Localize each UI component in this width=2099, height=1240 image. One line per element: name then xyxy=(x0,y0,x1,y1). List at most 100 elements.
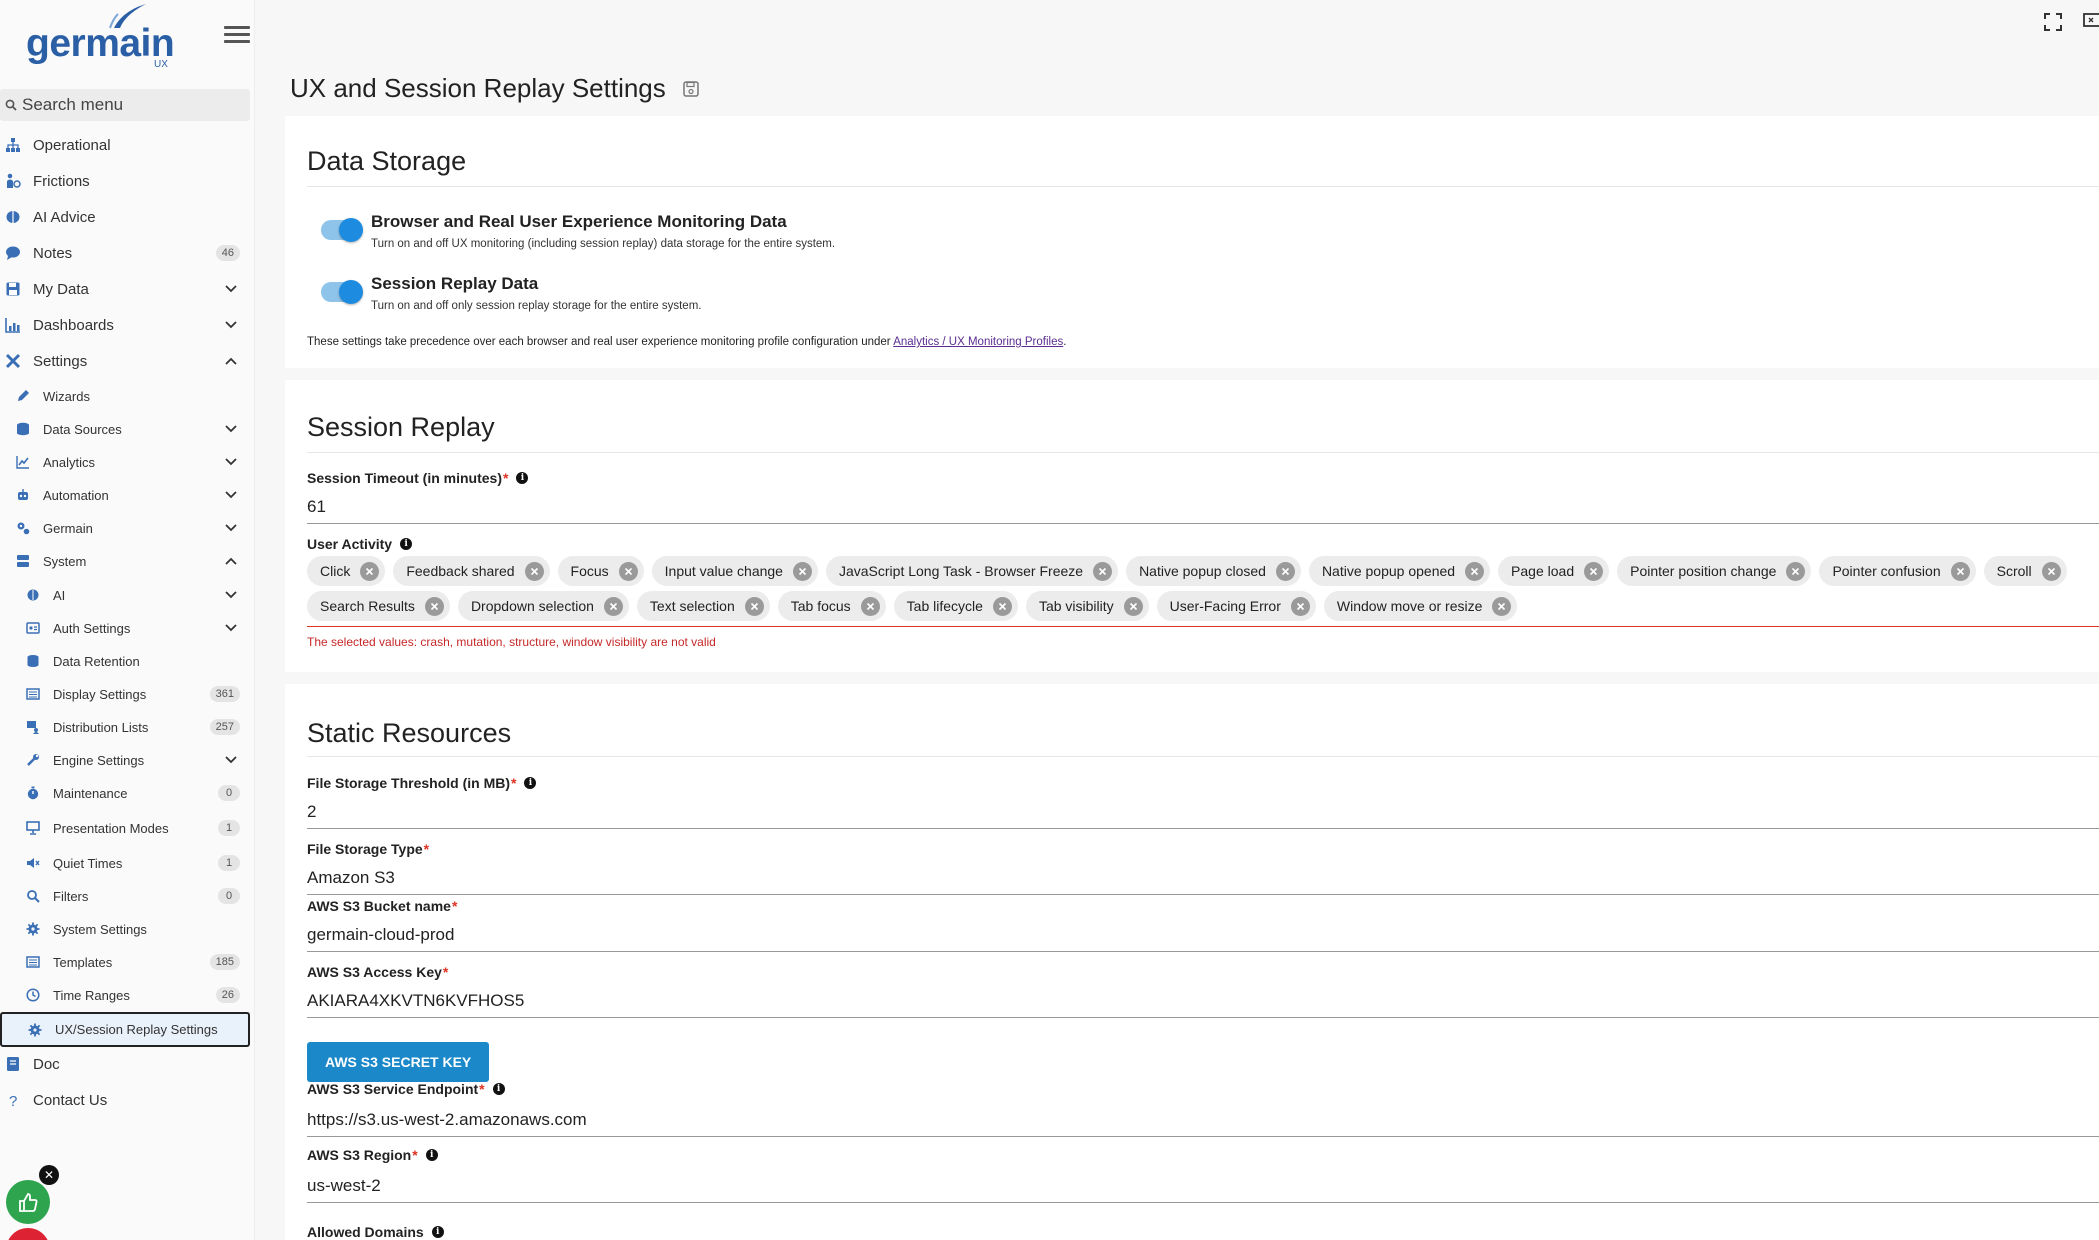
chevron-up-icon[interactable] xyxy=(224,354,238,368)
remove-chip-icon[interactable] xyxy=(1786,561,1806,581)
chevron-down-icon[interactable] xyxy=(224,753,238,767)
activity-chip[interactable]: JavaScript Long Task - Browser Freeze xyxy=(825,556,1119,586)
activity-chip[interactable]: Native popup closed xyxy=(1126,556,1301,586)
remove-chip-icon[interactable] xyxy=(360,561,380,581)
sidebar-item-engine-settings[interactable]: Engine Settings xyxy=(0,749,250,771)
remove-chip-icon[interactable] xyxy=(424,596,444,616)
sidebar-item-data-sources[interactable]: Data Sources xyxy=(0,418,250,440)
info-icon[interactable]: i xyxy=(400,538,413,550)
bucket-name-input[interactable]: germain-cloud-prod xyxy=(307,925,2099,952)
activity-chip[interactable]: Click xyxy=(307,556,386,586)
sidebar-item-quiet-times[interactable]: Quiet Times 1 xyxy=(0,852,250,874)
sidebar-item-analytics[interactable]: Analytics xyxy=(0,451,250,473)
chevron-down-icon[interactable] xyxy=(224,282,238,296)
sidebar-item-settings[interactable]: Settings xyxy=(0,349,250,373)
activity-chip[interactable]: User-Facing Error xyxy=(1156,591,1316,621)
activity-chip[interactable]: Native popup opened xyxy=(1308,556,1491,586)
activity-chip[interactable]: Page load xyxy=(1498,556,1610,586)
sidebar-item-ai[interactable]: AI xyxy=(0,584,250,606)
sidebar-item-data-retention[interactable]: Data Retention xyxy=(0,650,250,672)
save-icon[interactable] xyxy=(682,80,700,98)
chevron-down-icon[interactable] xyxy=(224,621,238,635)
activity-chip[interactable]: Scroll xyxy=(1983,556,2067,586)
aws-s3-secret-key-button[interactable]: AWS S3 SECRET KEY xyxy=(307,1042,490,1082)
service-endpoint-input[interactable]: https://s3.us-west-2.amazonaws.com xyxy=(307,1110,2099,1137)
sidebar-item-germain[interactable]: Germain xyxy=(0,517,250,539)
germain-logo[interactable]: germain UX xyxy=(26,2,176,74)
file-storage-threshold-input[interactable]: 2 xyxy=(307,802,2099,829)
sidebar-item-my-data[interactable]: My Data xyxy=(0,277,250,301)
search-input[interactable] xyxy=(22,95,242,115)
remove-chip-icon[interactable] xyxy=(1290,596,1310,616)
remove-chip-icon[interactable] xyxy=(1275,561,1295,581)
activity-chip[interactable]: Tab visibility xyxy=(1025,591,1149,621)
activity-chip[interactable]: Input value change xyxy=(651,556,818,586)
activity-chip[interactable]: Tab focus xyxy=(777,591,886,621)
fullscreen-icon[interactable] xyxy=(2043,12,2063,32)
sidebar-item-frictions[interactable]: Frictions xyxy=(0,169,250,193)
info-icon[interactable]: i xyxy=(516,472,529,484)
chevron-down-icon[interactable] xyxy=(224,521,238,535)
feedback-button[interactable] xyxy=(6,1180,50,1224)
remove-chip-icon[interactable] xyxy=(524,561,544,581)
activity-chip[interactable]: Dropdown selection xyxy=(457,591,629,621)
presentation-icon[interactable] xyxy=(2083,12,2099,32)
sidebar-item-presentation-modes[interactable]: Presentation Modes 1 xyxy=(0,817,250,839)
file-storage-type-select[interactable]: Amazon S3 xyxy=(307,868,2099,895)
sidebar-item-auth-settings[interactable]: Auth Settings xyxy=(0,617,250,639)
remove-chip-icon[interactable] xyxy=(1093,561,1113,581)
sidebar-item-templates[interactable]: Templates 185 xyxy=(0,951,250,973)
sidebar-item-automation[interactable]: Automation xyxy=(0,484,250,506)
remove-chip-icon[interactable] xyxy=(603,596,623,616)
sidebar-item-time-ranges[interactable]: Time Ranges 26 xyxy=(0,984,250,1006)
activity-chip[interactable]: Focus xyxy=(557,556,644,586)
remove-chip-icon[interactable] xyxy=(1465,561,1485,581)
remove-chip-icon[interactable] xyxy=(1123,596,1143,616)
info-icon[interactable]: i xyxy=(524,777,537,789)
remove-chip-icon[interactable] xyxy=(860,596,880,616)
sidebar-item-operational[interactable]: Operational xyxy=(0,133,250,157)
session-timeout-input[interactable]: 61 xyxy=(307,497,2099,524)
chevron-down-icon[interactable] xyxy=(224,318,238,332)
sidebar-item-notes[interactable]: Notes 46 xyxy=(0,241,250,265)
remove-chip-icon[interactable] xyxy=(992,596,1012,616)
info-icon[interactable]: i xyxy=(492,1083,505,1095)
remove-chip-icon[interactable] xyxy=(2041,561,2061,581)
region-input[interactable]: us-west-2 xyxy=(307,1176,2099,1203)
sidebar-item-contact-us[interactable]: ? Contact Us xyxy=(0,1088,250,1112)
sidebar-item-wizards[interactable]: Wizards xyxy=(0,385,250,407)
sidebar-item-doc[interactable]: Doc xyxy=(0,1052,250,1076)
sidebar-item-system[interactable]: System xyxy=(0,550,250,572)
info-icon[interactable]: i xyxy=(431,1226,444,1238)
close-feedback-icon[interactable]: ✕ xyxy=(39,1165,59,1185)
activity-chip[interactable]: Feedback shared xyxy=(393,556,550,586)
ux-monitoring-profiles-link[interactable]: Analytics / UX Monitoring Profiles xyxy=(893,336,1063,348)
chevron-down-icon[interactable] xyxy=(224,455,238,469)
remove-chip-icon[interactable] xyxy=(618,561,638,581)
activity-chip[interactable]: Pointer position change xyxy=(1617,556,1812,586)
info-icon[interactable]: i xyxy=(425,1149,438,1161)
activity-chip[interactable]: Window move or resize xyxy=(1323,591,1518,621)
remove-chip-icon[interactable] xyxy=(1584,561,1604,581)
activity-chip[interactable]: Search Results xyxy=(307,591,450,621)
menu-toggle-icon[interactable] xyxy=(224,22,250,46)
sidebar-item-ux-session-replay-settings[interactable]: UX/Session Replay Settings xyxy=(0,1012,250,1047)
chevron-up-icon[interactable] xyxy=(224,554,238,568)
activity-chip[interactable]: Text selection xyxy=(636,591,770,621)
session-replay-toggle[interactable] xyxy=(321,280,363,304)
chevron-down-icon[interactable] xyxy=(224,588,238,602)
remove-chip-icon[interactable] xyxy=(1950,561,1970,581)
remove-chip-icon[interactable] xyxy=(744,596,764,616)
sidebar-item-system-settings[interactable]: System Settings xyxy=(0,918,250,940)
sidebar-item-maintenance[interactable]: Maintenance 0 xyxy=(0,782,250,804)
remove-chip-icon[interactable] xyxy=(1492,596,1512,616)
activity-chip[interactable]: Pointer confusion xyxy=(1819,556,1976,586)
sidebar-item-distribution-lists[interactable]: Distribution Lists 257 xyxy=(0,716,250,738)
ux-monitoring-toggle[interactable] xyxy=(321,218,363,242)
sidebar-item-filters[interactable]: Filters 0 xyxy=(0,885,250,907)
activity-chip[interactable]: Tab lifecycle xyxy=(893,591,1018,621)
alert-button[interactable] xyxy=(6,1228,50,1240)
chevron-down-icon[interactable] xyxy=(224,488,238,502)
sidebar-item-ai-advice[interactable]: AI Advice xyxy=(0,205,250,229)
sidebar-item-dashboards[interactable]: Dashboards xyxy=(0,313,250,337)
